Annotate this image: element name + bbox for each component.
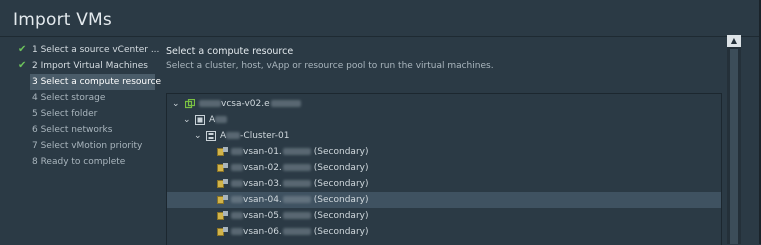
redacted-text [231, 196, 243, 203]
step-label: 2 Import Virtual Machines [32, 61, 148, 71]
redacted-text [215, 116, 228, 123]
host-role: (Secondary) [313, 195, 369, 205]
check-icon: ✔ [18, 44, 27, 55]
step-3[interactable]: 3 Select a compute resource [30, 74, 161, 90]
wizard-title: Import VMs [13, 10, 112, 30]
redacted-text [231, 212, 243, 219]
host-name: vsan-01. [243, 147, 282, 157]
step-2[interactable]: ✔ 2 Import Virtual Machines [12, 58, 157, 74]
host-role: (Secondary) [313, 163, 369, 173]
step-label: 3 Select a compute resource [32, 77, 162, 87]
redacted-text [282, 228, 311, 235]
host-name: vsan-05. [243, 211, 282, 221]
tree-node-host[interactable]: vsan-01. (Secondary) [167, 144, 721, 160]
step-label: 1 Select a source vCenter ... [32, 45, 160, 55]
tree-node-cluster[interactable]: ⌄ A -Cluster-01 [167, 128, 721, 144]
page-description: Select a cluster, host, vApp or resource… [166, 61, 494, 71]
host-icon [217, 147, 228, 157]
redacted-text [226, 132, 241, 139]
redacted-text [282, 180, 311, 187]
vertical-scrollbar[interactable]: ▲ [727, 35, 741, 244]
step-label: 8 Ready to complete [32, 157, 126, 167]
redacted-text [282, 148, 311, 155]
tree-node-datacenter[interactable]: ⌄ A [167, 112, 721, 128]
host-role: (Secondary) [313, 211, 369, 221]
redacted-text [282, 164, 311, 171]
host-icon [217, 227, 228, 237]
vcenter-icon [185, 99, 195, 109]
step-label: 6 Select networks [32, 125, 113, 135]
host-icon [217, 211, 228, 221]
host-icon [217, 163, 228, 173]
check-icon: ✔ [18, 60, 27, 71]
tree-node-vcenter[interactable]: ⌄ vcsa-v02.e [167, 96, 721, 112]
step-label: 5 Select folder [32, 109, 98, 119]
compute-resource-tree: ⌄ vcsa-v02.e ⌄ A ⌄ A -Cluster-01 vsan-01… [166, 93, 722, 245]
step-label: 4 Select storage [32, 93, 106, 103]
step-5: 5 Select folder [12, 106, 157, 122]
step-7: 7 Select vMotion priority [12, 138, 157, 154]
step-8: 8 Ready to complete [12, 154, 157, 170]
title-divider [0, 36, 761, 37]
step-1[interactable]: ✔ 1 Select a source vCenter ... [12, 42, 160, 58]
redacted-text [231, 228, 243, 235]
host-name: vsan-03. [243, 179, 282, 189]
host-name: vsan-06. [243, 227, 282, 237]
chevron-down-icon[interactable]: ⌄ [172, 96, 180, 112]
step-6: 6 Select networks [12, 122, 157, 138]
redacted-text [231, 148, 243, 155]
wizard-steps: ✔ 1 Select a source vCenter ... ✔ 2 Impo… [12, 42, 161, 170]
scroll-up-arrow-icon[interactable]: ▲ [727, 35, 741, 47]
host-icon [217, 179, 228, 189]
step-4: 4 Select storage [12, 90, 157, 106]
scroll-thumb[interactable] [730, 49, 738, 244]
page-title: Select a compute resource [166, 46, 294, 57]
tree-node-host[interactable]: vsan-05. (Secondary) [167, 208, 721, 224]
tree-node-host[interactable]: vsan-02. (Secondary) [167, 160, 721, 176]
vcenter-name: vcsa-v02.e [221, 99, 270, 109]
tree-node-host[interactable]: vsan-06. (Secondary) [167, 224, 721, 240]
redacted-text [282, 212, 311, 219]
step-label: 7 Select vMotion priority [32, 141, 143, 151]
host-icon [217, 195, 228, 205]
chevron-down-icon[interactable]: ⌄ [194, 128, 202, 144]
cluster-icon [206, 131, 216, 141]
redacted-text [231, 164, 243, 171]
host-name: vsan-02. [243, 163, 282, 173]
redacted-text [270, 100, 301, 107]
redacted-text [199, 100, 221, 107]
host-role: (Secondary) [313, 227, 369, 237]
host-role: (Secondary) [313, 147, 369, 157]
redacted-text [231, 180, 243, 187]
host-name: vsan-04. [243, 195, 282, 205]
tree-node-host-selected[interactable]: vsan-04. (Secondary) [167, 192, 721, 208]
datacenter-icon [195, 115, 205, 125]
tree-node-host[interactable]: vsan-03. (Secondary) [167, 176, 721, 192]
host-role: (Secondary) [313, 179, 369, 189]
redacted-text [282, 196, 311, 203]
cluster-name-suffix: -Cluster-01 [240, 131, 290, 141]
chevron-down-icon[interactable]: ⌄ [183, 112, 191, 128]
